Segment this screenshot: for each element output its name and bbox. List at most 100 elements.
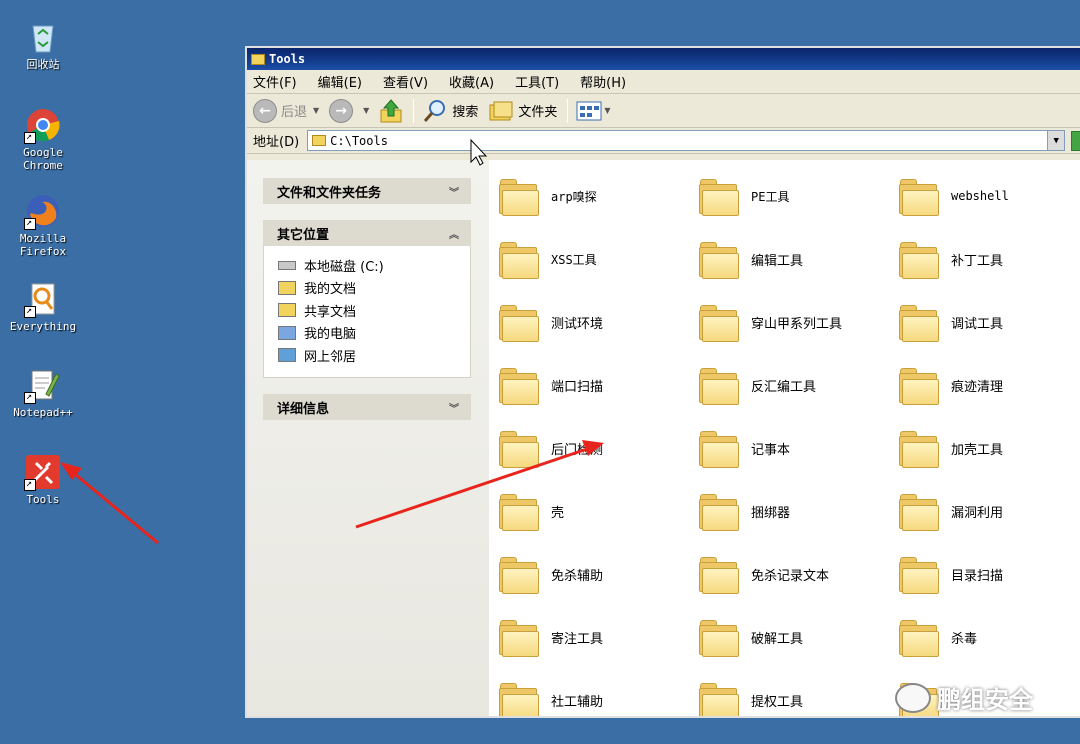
folder-item[interactable]: 社工辅助 bbox=[497, 678, 697, 716]
place-label: 网上邻居 bbox=[304, 349, 357, 365]
folder-item[interactable]: 免杀辅助 bbox=[497, 552, 697, 596]
folder-item[interactable]: 捆绑器 bbox=[697, 489, 897, 533]
place-label: 本地磁盘 (C:) bbox=[304, 259, 384, 275]
folder-item[interactable]: 提权工具 bbox=[697, 678, 897, 716]
details-title: 详细信息 bbox=[277, 401, 330, 417]
place-label: 我的电脑 bbox=[304, 327, 357, 343]
other-places-panel: 其它位置 ︽ 本地磁盘 (C:) 我的文档 共享文档 我的电脑 网上邻居 bbox=[263, 220, 471, 378]
folder-item[interactable]: XSS工具 bbox=[497, 237, 697, 281]
place-local-disk[interactable]: 本地磁盘 (C:) bbox=[278, 254, 470, 277]
views-button[interactable]: ▼ bbox=[576, 100, 611, 122]
folder-icon bbox=[697, 554, 739, 594]
folder-item[interactable]: webshell bbox=[897, 174, 1080, 218]
chevron-down-icon: ︾ bbox=[449, 403, 459, 415]
search-button[interactable]: 搜索 bbox=[422, 98, 478, 124]
folder-item[interactable]: 补丁工具 bbox=[897, 237, 1080, 281]
folder-item[interactable]: 后门检测 bbox=[497, 426, 697, 470]
folder-item[interactable]: PE工具 bbox=[697, 174, 897, 218]
folder-item[interactable]: 反汇编工具 bbox=[697, 363, 897, 407]
folder-label: 后门检测 bbox=[551, 442, 604, 458]
desktop-icon-label: Google Chrome bbox=[23, 146, 63, 172]
desktop-icon-label: Notepad++ bbox=[13, 406, 73, 419]
desktop-icon-chrome[interactable]: Google Chrome bbox=[4, 108, 82, 172]
folder-item[interactable]: 目录扫描 bbox=[897, 552, 1080, 596]
menu-edit[interactable]: 编辑(E) bbox=[318, 72, 362, 91]
folder-icon bbox=[497, 617, 539, 657]
folder-item[interactable]: 痕迹清理 bbox=[897, 363, 1080, 407]
folder-icon bbox=[697, 680, 739, 716]
back-label: 后退 bbox=[281, 105, 308, 120]
watermark: 鹏组安全 bbox=[895, 680, 1033, 715]
desktop-icon-firefox[interactable]: Mozilla Firefox bbox=[4, 194, 82, 258]
address-label: 地址(D) bbox=[253, 135, 300, 150]
folder-label: 目录扫描 bbox=[951, 568, 1004, 584]
place-label: 我的文档 bbox=[304, 282, 357, 298]
folder-item[interactable]: 免杀记录文本 bbox=[697, 552, 897, 596]
folder-icon bbox=[697, 239, 739, 279]
window-titlebar[interactable]: Tools bbox=[247, 48, 1080, 70]
folder-label: 加壳工具 bbox=[951, 442, 1004, 458]
hard-drive-icon bbox=[278, 260, 296, 270]
folder-item[interactable]: 加壳工具 bbox=[897, 426, 1080, 470]
desktop-icon-recycle-bin[interactable]: 回收站 bbox=[4, 20, 82, 71]
details-header[interactable]: 详细信息 ︾ bbox=[263, 394, 471, 420]
back-arrow-icon: ← bbox=[253, 98, 277, 123]
folder-icon bbox=[497, 176, 539, 216]
folder-item[interactable]: 壳 bbox=[497, 489, 697, 533]
place-network[interactable]: 网上邻居 bbox=[278, 344, 470, 367]
folder-label: XSS工具 bbox=[551, 252, 597, 267]
up-button[interactable] bbox=[379, 98, 403, 124]
views-icon bbox=[576, 101, 602, 120]
menu-help[interactable]: 帮助(H) bbox=[580, 72, 626, 91]
place-my-computer[interactable]: 我的电脑 bbox=[278, 322, 470, 345]
annotation-arrow-desktop bbox=[69, 468, 159, 545]
shared-documents-icon bbox=[278, 303, 296, 318]
other-places-header[interactable]: 其它位置 ︽ bbox=[263, 220, 471, 246]
folder-icon bbox=[897, 554, 939, 594]
place-my-documents[interactable]: 我的文档 bbox=[278, 277, 470, 300]
folder-item[interactable]: 端口扫描 bbox=[497, 363, 697, 407]
chevron-down-icon: ▼ bbox=[363, 106, 370, 115]
search-icon bbox=[424, 99, 446, 122]
address-dropdown-button[interactable]: ▼ bbox=[1047, 131, 1065, 150]
folder-label: 补丁工具 bbox=[951, 253, 1004, 269]
menu-view[interactable]: 查看(V) bbox=[383, 72, 428, 91]
folder-item[interactable]: 穿山甲系列工具 bbox=[697, 300, 897, 344]
folder-label: 破解工具 bbox=[751, 631, 804, 647]
folder-icon bbox=[497, 428, 539, 468]
folder-label: 痕迹清理 bbox=[951, 379, 1004, 395]
menu-tools[interactable]: 工具(T) bbox=[515, 72, 559, 91]
menu-favorites[interactable]: 收藏(A) bbox=[449, 72, 494, 91]
toolbar-separator bbox=[413, 98, 415, 123]
place-shared-documents[interactable]: 共享文档 bbox=[278, 299, 470, 322]
forward-button[interactable]: → ▼ bbox=[329, 98, 370, 123]
folder-item[interactable]: 测试环境 bbox=[497, 300, 697, 344]
folder-item[interactable]: 编辑工具 bbox=[697, 237, 897, 281]
menu-file[interactable]: 文件(F) bbox=[253, 72, 297, 91]
desktop-icon-notepadpp[interactable]: Notepad++ bbox=[4, 368, 82, 419]
file-tasks-header[interactable]: 文件和文件夹任务 ︾ bbox=[263, 178, 471, 204]
back-button[interactable]: ← 后退 ▼ bbox=[253, 98, 319, 123]
folder-item[interactable]: 漏洞利用 bbox=[897, 489, 1080, 533]
folder-item[interactable]: 杀毒 bbox=[897, 615, 1080, 659]
folder-item[interactable]: 调试工具 bbox=[897, 300, 1080, 344]
desktop-icon-tools[interactable]: Tools bbox=[4, 455, 82, 506]
desktop-icon-everything[interactable]: Everything bbox=[4, 282, 82, 333]
toolbar-separator bbox=[567, 98, 569, 123]
folder-label: 漏洞利用 bbox=[951, 505, 1004, 521]
folder-item[interactable]: arp嗅探 bbox=[497, 174, 697, 218]
folder-item[interactable]: 寄注工具 bbox=[497, 615, 697, 659]
folder-icon bbox=[697, 365, 739, 405]
address-input[interactable]: C:\Tools ▼ bbox=[307, 130, 1066, 151]
folder-label: PE工具 bbox=[751, 189, 790, 204]
folder-label: 杀毒 bbox=[951, 631, 978, 647]
go-button[interactable] bbox=[1071, 130, 1080, 151]
folder-icon bbox=[497, 365, 539, 405]
folder-item[interactable]: 记事本 bbox=[697, 426, 897, 470]
folder-label: 测试环境 bbox=[551, 316, 604, 332]
folder-icon bbox=[697, 491, 739, 531]
folders-button[interactable]: 文件夹 bbox=[488, 99, 557, 123]
folder-item[interactable]: 破解工具 bbox=[697, 615, 897, 659]
folder-label: 穿山甲系列工具 bbox=[751, 316, 843, 332]
up-folder-icon bbox=[380, 98, 402, 122]
